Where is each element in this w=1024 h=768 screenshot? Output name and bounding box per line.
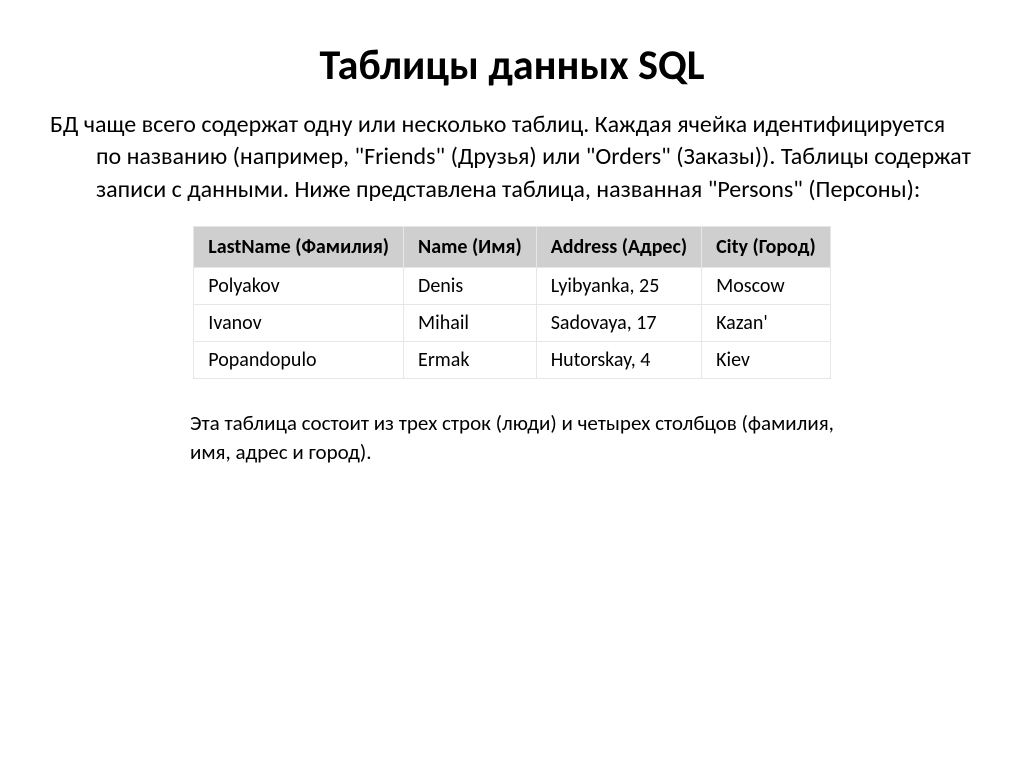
cell-city: Moscow [702,268,831,305]
slide-title: Таблицы данных SQL [50,40,974,91]
table-row: Ivanov Mihail Sadovaya, 17 Kazan' [194,305,830,342]
table-row: Popandopulo Ermak Hutorskay, 4 Kiev [194,342,830,379]
table-header-city: City (Город) [702,227,831,268]
table-header-name: Name (Имя) [404,227,537,268]
cell-name: Mihail [404,305,537,342]
table-header-row: LastName (Фамилия) Name (Имя) Address (А… [194,227,830,268]
persons-table: LastName (Фамилия) Name (Имя) Address (А… [193,226,830,379]
cell-lastname: Popandopulo [194,342,404,379]
cell-city: Kazan' [702,305,831,342]
cell-name: Denis [404,268,537,305]
cell-city: Kiev [702,342,831,379]
footnote-text: Эта таблица состоит из трех строк (люди)… [190,409,854,466]
table-header-address: Address (Адрес) [536,227,701,268]
intro-paragraph: БД чаще всего содержат одну или нескольк… [96,109,974,206]
cell-address: Lyibyanka, 25 [536,268,701,305]
table-header-lastname: LastName (Фамилия) [194,227,404,268]
table-row: Polyakov Denis Lyibyanka, 25 Moscow [194,268,830,305]
cell-address: Sadovaya, 17 [536,305,701,342]
cell-lastname: Polyakov [194,268,404,305]
cell-lastname: Ivanov [194,305,404,342]
table-container: LastName (Фамилия) Name (Имя) Address (А… [50,226,974,379]
cell-address: Hutorskay, 4 [536,342,701,379]
cell-name: Ermak [404,342,537,379]
